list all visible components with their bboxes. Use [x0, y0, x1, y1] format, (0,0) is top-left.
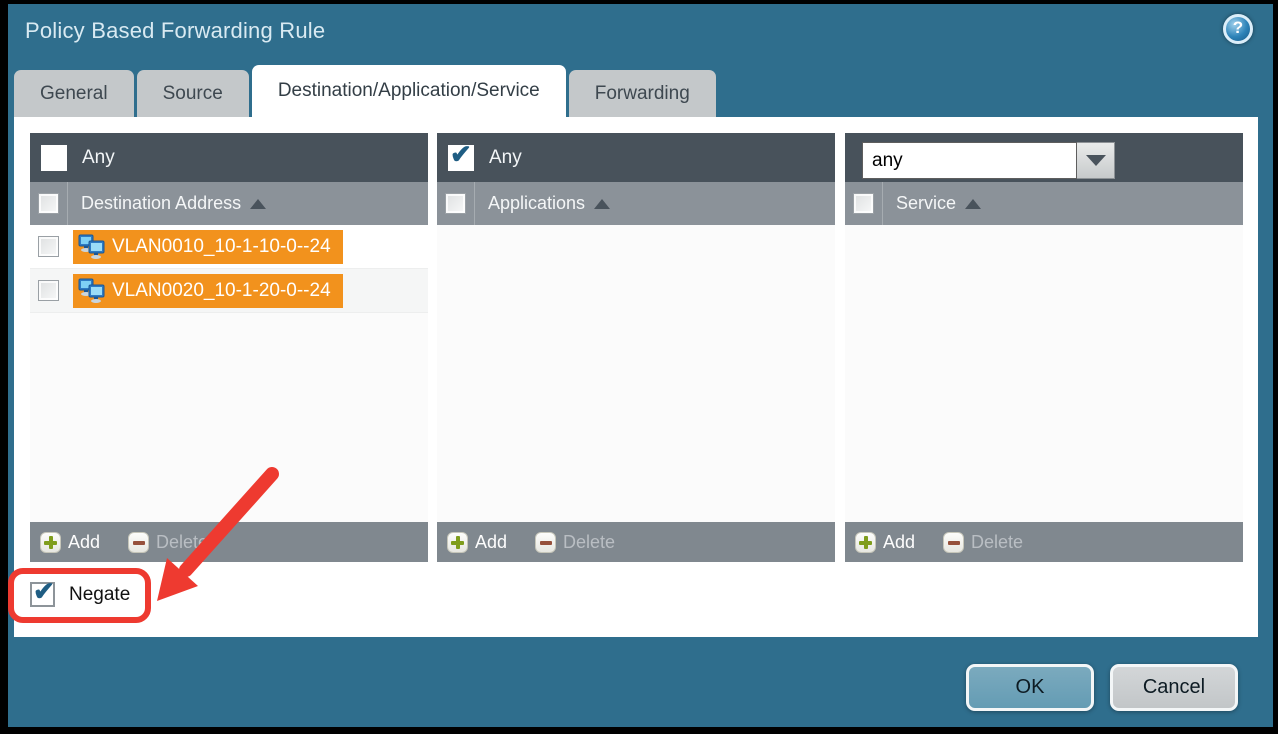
- applications-delete-button[interactable]: Delete: [563, 532, 615, 553]
- applications-list: [437, 225, 835, 522]
- destination-delete-button[interactable]: Delete: [156, 532, 208, 553]
- destination-list: VLAN0010_10-1-10-0--24: [30, 225, 428, 522]
- applications-column-header: Applications: [437, 182, 835, 225]
- tab-bar: General Source Destination/Application/S…: [14, 65, 716, 117]
- address-object-chip[interactable]: VLAN0010_10-1-10-0--24: [73, 230, 343, 264]
- negate-checkbox[interactable]: [30, 582, 55, 607]
- add-icon[interactable]: [855, 532, 876, 553]
- service-dropdown-value[interactable]: any: [862, 142, 1077, 179]
- delete-icon[interactable]: [535, 532, 556, 553]
- service-column: any Service Add Delete: [845, 133, 1243, 562]
- address-object-chip[interactable]: VLAN0020_10-1-20-0--24: [73, 274, 343, 308]
- service-dropdown-button[interactable]: [1077, 142, 1115, 179]
- applications-any-checkbox[interactable]: [448, 145, 474, 171]
- service-column-header: Service: [845, 182, 1243, 225]
- destination-any-label: Any: [82, 147, 115, 169]
- address-object-icon: [78, 234, 105, 259]
- delete-icon[interactable]: [128, 532, 149, 553]
- service-select-all-checkbox[interactable]: [853, 193, 874, 214]
- service-add-button[interactable]: Add: [883, 532, 915, 553]
- destination-row: VLAN0010_10-1-10-0--24: [30, 225, 428, 269]
- chevron-down-icon: [1086, 155, 1106, 166]
- destination-address-column: Any Destination Address: [30, 133, 428, 562]
- negate-row: Negate: [30, 582, 130, 607]
- service-header-label[interactable]: Service: [896, 193, 956, 214]
- header-divider: [882, 182, 883, 225]
- applications-any-label: Any: [489, 147, 522, 169]
- cancel-button[interactable]: Cancel: [1110, 664, 1238, 711]
- service-delete-button[interactable]: Delete: [971, 532, 1023, 553]
- header-divider: [67, 182, 68, 225]
- destination-row-checkbox[interactable]: [38, 236, 59, 257]
- service-dropdown: any: [862, 142, 1115, 179]
- applications-select-all-checkbox[interactable]: [445, 193, 466, 214]
- sort-ascending-icon: [594, 199, 610, 209]
- tab-destination-application-service[interactable]: Destination/Application/Service: [252, 65, 566, 117]
- sort-ascending-icon: [965, 199, 981, 209]
- destination-column-header: Destination Address: [30, 182, 428, 225]
- destination-add-button[interactable]: Add: [68, 532, 100, 553]
- destination-row: VLAN0020_10-1-20-0--24: [30, 269, 428, 313]
- address-object-label: VLAN0010_10-1-10-0--24: [112, 236, 331, 258]
- sort-ascending-icon: [250, 199, 266, 209]
- header-divider: [474, 182, 475, 225]
- negate-label: Negate: [69, 584, 130, 606]
- service-dropdown-bar: any: [845, 133, 1243, 182]
- policy-based-forwarding-dialog: Policy Based Forwarding Rule General Sou…: [8, 4, 1273, 727]
- tab-general[interactable]: General: [14, 70, 134, 117]
- applications-footer: Add Delete: [437, 522, 835, 562]
- applications-add-button[interactable]: Add: [475, 532, 507, 553]
- tab-forwarding[interactable]: Forwarding: [569, 70, 716, 117]
- ok-button[interactable]: OK: [966, 664, 1094, 711]
- applications-header-label[interactable]: Applications: [488, 193, 585, 214]
- destination-footer: Add Delete: [30, 522, 428, 562]
- service-footer: Add Delete: [845, 522, 1243, 562]
- destination-header-label[interactable]: Destination Address: [81, 193, 241, 214]
- destination-any-checkbox[interactable]: [41, 145, 67, 171]
- destination-any-bar: Any: [30, 133, 428, 182]
- destination-row-checkbox[interactable]: [38, 280, 59, 301]
- destination-select-all-checkbox[interactable]: [38, 193, 59, 214]
- address-object-icon: [78, 278, 105, 303]
- applications-column: Any Applications Add Delete: [437, 133, 835, 562]
- service-list: [845, 225, 1243, 522]
- tab-content-panel: Any Destination Address: [14, 117, 1258, 637]
- tab-source[interactable]: Source: [137, 70, 249, 117]
- dialog-title: Policy Based Forwarding Rule: [25, 18, 325, 44]
- add-icon[interactable]: [447, 532, 468, 553]
- add-icon[interactable]: [40, 532, 61, 553]
- help-icon[interactable]: [1223, 14, 1253, 44]
- applications-any-bar: Any: [437, 133, 835, 182]
- address-object-label: VLAN0020_10-1-20-0--24: [112, 280, 331, 302]
- delete-icon[interactable]: [943, 532, 964, 553]
